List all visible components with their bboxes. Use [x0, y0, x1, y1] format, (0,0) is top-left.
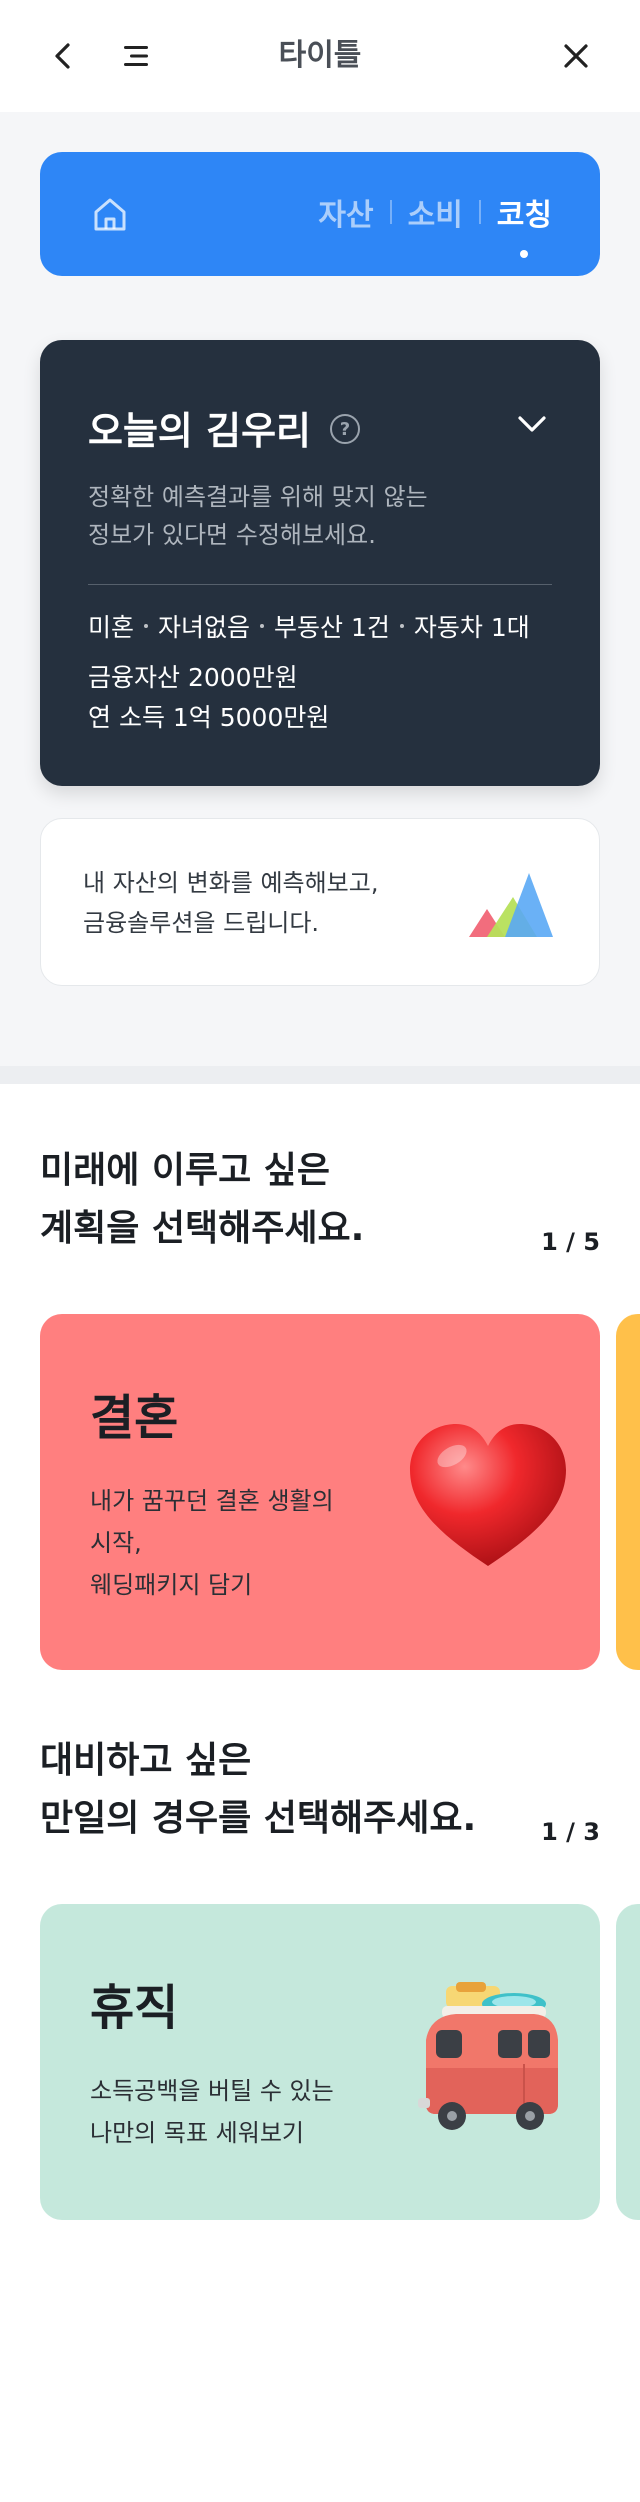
plans-counter: 1 / 5 [541, 1228, 600, 1256]
profile-card: 오늘의 김우리 ? 정확한 예측결과를 위해 맞지 않는 정보가 있다면 수정해… [40, 340, 600, 786]
info-text: 내 자산의 변화를 예측해보고, 금융솔루션을 드립니다. [83, 869, 379, 937]
tab-separator [389, 200, 392, 224]
help-icon[interactable]: ? [330, 414, 360, 444]
tab-spending[interactable]: 소비 [408, 190, 463, 234]
risk-card-description: 소득공백을 버틸 수 있는 나만의 목표 세워보기 [90, 2077, 334, 2147]
tab-assets[interactable]: 자산 [318, 190, 373, 234]
tag-real-estate: 부동산 1건 [274, 613, 390, 642]
tab-coaching[interactable]: 코칭 [496, 190, 552, 258]
info-card[interactable]: 내 자산의 변화를 예측해보고, 금융솔루션을 드립니다. [40, 818, 600, 986]
plan-card-marriage[interactable]: 결혼 내가 꿈꾸던 결혼 생활의 시작, 웨딩패키지 담기 [40, 1314, 600, 1670]
financial-assets: 금융자산 2000만원 [88, 663, 298, 692]
chevron-down-icon [518, 416, 546, 432]
next-plan-card[interactable] [616, 1314, 640, 1670]
tag-car: 자동차 1대 [413, 613, 530, 642]
app-header: 타이틀 [0, 0, 640, 112]
category-nav-bar: 자산 소비 코칭 [40, 152, 600, 276]
tag-separator-dot [144, 624, 149, 628]
nav-tabs: 자산 소비 코칭 [318, 190, 552, 258]
plans-section-title: 미래에 이루고 싶은 계획을 선택해주세요. [40, 1150, 365, 1249]
section-divider [0, 1066, 640, 1084]
tab-coaching-label: 코칭 [496, 198, 552, 233]
mountain-chart-icon [469, 873, 553, 937]
profile-description: 정확한 예측결과를 위해 맞지 않는 정보가 있다면 수정해보세요. [88, 483, 428, 549]
tag-separator-dot [399, 624, 404, 628]
tag-separator-dot [260, 624, 265, 628]
tag-children: 자녀없음 [158, 613, 251, 642]
risk-section-title: 대비하고 싶은 만일의 경우를 선택해주세요. [40, 1740, 477, 1839]
risk-card-title: 휴직 [90, 1980, 179, 2036]
van-icon [418, 1982, 558, 2130]
heart-icon [410, 1424, 566, 1566]
tag-marital-status: 미혼 [88, 613, 135, 642]
profile-title: 오늘의 김우리 [88, 409, 311, 453]
page-title: 타이틀 [278, 38, 362, 73]
close-icon [564, 44, 588, 68]
profile-tags: 미혼 자녀없음 부동산 1건 자동차 1대 [88, 608, 530, 644]
plan-card-description: 내가 꿈꾸던 결혼 생활의 시작, 웨딩패키지 담기 [90, 1487, 334, 1599]
annual-income: 연 소득 1억 5000만원 [88, 703, 330, 732]
home-icon [94, 198, 126, 231]
active-tab-indicator [520, 250, 529, 258]
next-risk-card[interactable] [616, 1904, 640, 2220]
plan-card-title: 결혼 [90, 1390, 179, 1446]
tab-separator [478, 200, 481, 224]
expand-button[interactable] [510, 402, 554, 446]
close-button[interactable] [552, 32, 600, 80]
plan-card-leave[interactable]: 휴직 소득공백을 버틸 수 있는 나만의 목표 세워보기 [40, 1904, 600, 2220]
home-button[interactable] [88, 192, 132, 236]
divider [88, 584, 552, 585]
risk-counter: 1 / 3 [541, 1818, 600, 1846]
